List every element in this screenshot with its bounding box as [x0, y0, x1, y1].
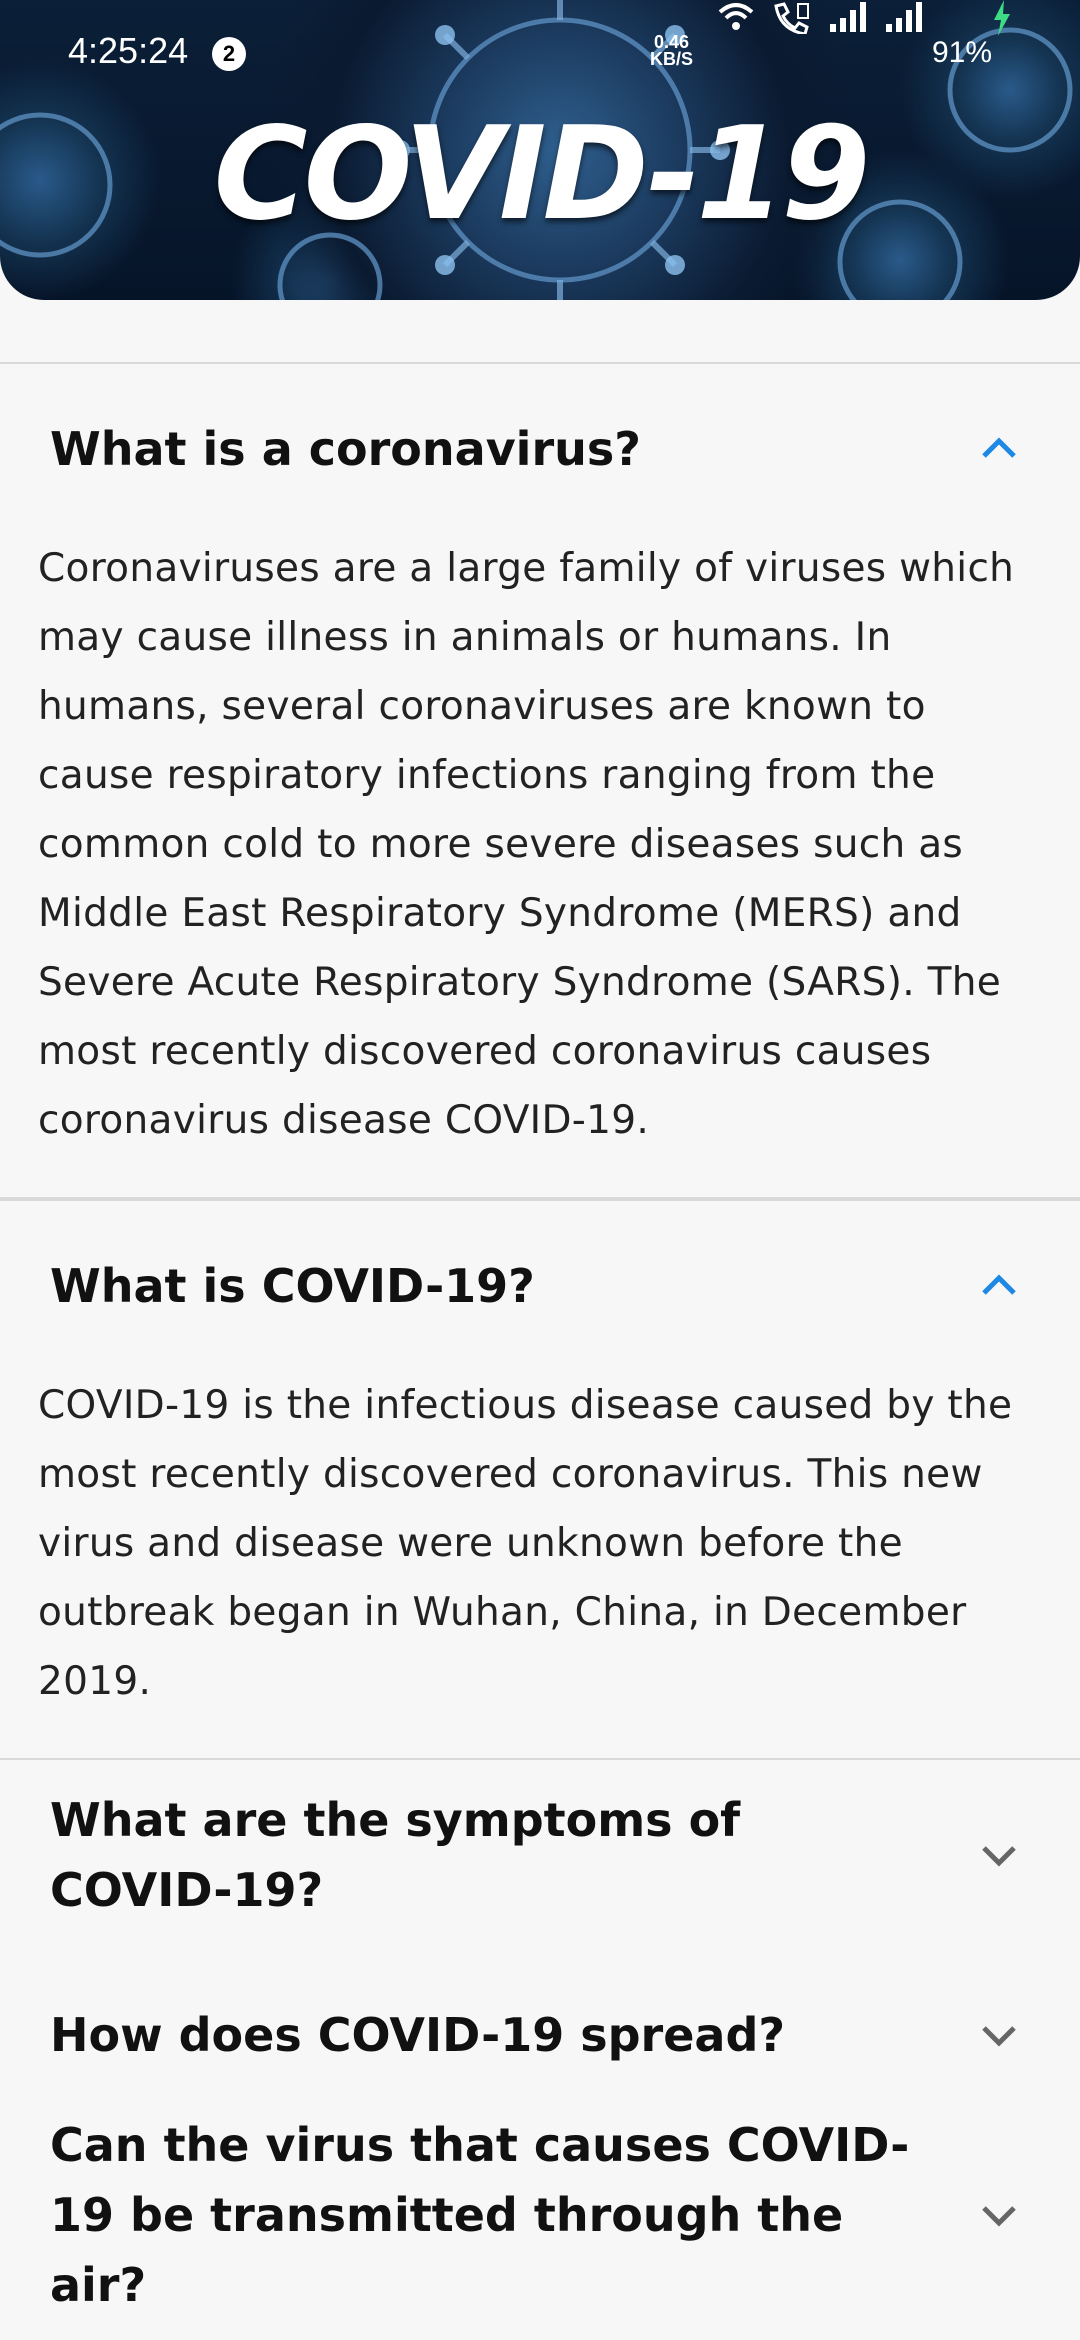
signal-icon-sim2 [886, 2, 922, 32]
signal-icon-sim1 [830, 2, 866, 32]
chevron-up-icon[interactable] [978, 428, 1020, 470]
status-time: 4:25:24 [68, 30, 189, 71]
chevron-down-icon[interactable] [978, 1834, 1020, 1876]
faq-question-header[interactable]: What is COVID-19? [0, 1201, 1080, 1371]
wifi-icon [718, 3, 754, 30]
network-speed: 0.46 KB/S [650, 33, 694, 69]
banner-title-wrap: COVID-19 [0, 100, 1080, 249]
faq-item: What is a coronavirus? Coronaviruses are… [0, 364, 1080, 1197]
faq-question-header[interactable]: How does COVID-19 spread? [0, 1950, 1080, 2120]
faq-question: What is a coronavirus? [50, 422, 641, 476]
status-bar: 4:25:24 2 0.46 KB/S 91% [0, 0, 1080, 90]
banner-title: COVID-19 [213, 100, 871, 249]
faq-question: How does COVID-19 spread? [50, 2008, 786, 2062]
header-banner: 4:25:24 2 0.46 KB/S 91% COVID-19 [0, 0, 1080, 300]
network-speed-unit: KB/S [650, 49, 694, 69]
notification-badge: 2 [212, 37, 246, 71]
faq-question-header[interactable]: What is a coronavirus? [0, 364, 1080, 534]
battery-percentage: 91% [932, 36, 993, 69]
faq-question-header[interactable]: What are the symptoms of COVID-19? [0, 1760, 1080, 1950]
wifi-calling-icon [774, 2, 809, 34]
chevron-down-icon[interactable] [978, 2014, 1020, 2056]
faq-question: Can the virus that causes COVID-19 be tr… [50, 2118, 910, 2312]
faq-answer: COVID-19 is the infectious disease cause… [38, 1383, 1013, 1704]
faq-item: What is COVID-19? COVID-19 is the infect… [0, 1201, 1080, 1758]
faq-question: What is COVID-19? [50, 1259, 535, 1313]
faq-list: What is a coronavirus? Coronaviruses are… [0, 362, 1080, 2312]
charging-bolt-icon [994, 0, 1010, 36]
faq-question-header[interactable]: Can the virus that causes COVID-19 be tr… [0, 2118, 1080, 2312]
chevron-up-icon[interactable] [978, 1265, 1020, 1307]
chevron-down-icon[interactable] [978, 2194, 1020, 2236]
faq-question: What are the symptoms of COVID-19? [50, 1793, 741, 1917]
faq-answer: Coronaviruses are a large family of viru… [38, 546, 1015, 1143]
